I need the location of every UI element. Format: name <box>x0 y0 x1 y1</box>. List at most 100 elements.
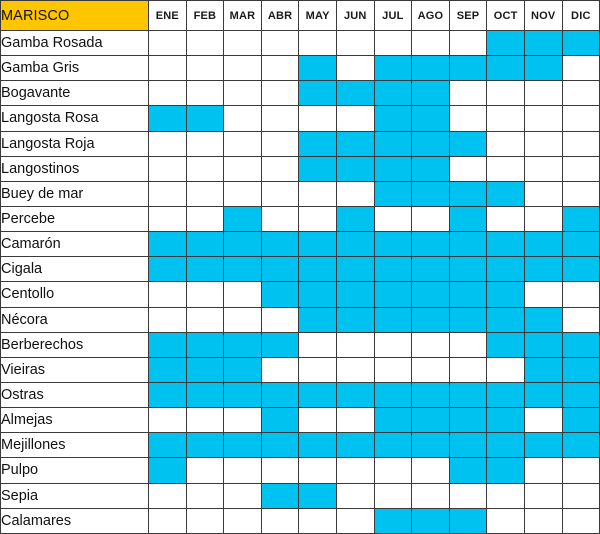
season-cell-inactive <box>561 306 600 333</box>
season-cell-inactive <box>561 180 600 207</box>
table-row: Gamba Gris <box>0 55 600 82</box>
season-cell-inactive <box>185 205 225 233</box>
season-cell-inactive <box>411 482 450 509</box>
season-cell-active <box>373 80 413 107</box>
season-cell-active <box>298 306 337 333</box>
season-cell-active <box>223 432 262 459</box>
season-cell-active <box>373 407 413 434</box>
season-cell-inactive <box>185 507 225 534</box>
season-cell-inactive <box>298 407 337 434</box>
season-cell-inactive <box>486 205 525 233</box>
season-cell-active <box>298 80 337 107</box>
season-cell-active <box>148 356 187 383</box>
season-cell-inactive <box>486 507 525 534</box>
season-cell-inactive <box>185 55 225 82</box>
season-cell-active <box>448 432 488 459</box>
season-cell-inactive <box>185 482 225 509</box>
season-cell-inactive <box>298 507 337 534</box>
season-cell-inactive <box>486 80 525 107</box>
season-cell-active <box>260 407 300 434</box>
season-cell-inactive <box>523 407 563 434</box>
season-cell-active <box>373 432 413 459</box>
species-name-cell: Almejas <box>0 407 149 434</box>
season-cell-inactive <box>486 155 525 182</box>
season-cell-inactive <box>148 130 187 157</box>
season-cell-inactive <box>561 105 600 132</box>
season-cell-inactive <box>561 55 600 82</box>
season-cell-active <box>486 407 525 434</box>
seafood-seasonality-table: MARISCO ENE FEB MAR ABR MAY JUN JUL AGO SEP OCT NO… <box>0 0 600 534</box>
season-cell-inactive <box>185 306 225 333</box>
season-cell-active <box>185 256 225 283</box>
month-header-mar: MAR <box>223 0 262 31</box>
season-cell-inactive <box>148 29 187 57</box>
header-row: MARISCO ENE FEB MAR ABR MAY JUN JUL AGO SEP OCT NO… <box>0 0 600 31</box>
species-name-cell: Sepia <box>0 482 149 509</box>
season-cell-active <box>335 381 375 409</box>
season-cell-inactive <box>260 457 300 484</box>
season-cell-inactive <box>298 29 337 57</box>
season-cell-inactive <box>335 407 375 434</box>
season-cell-active <box>411 432 450 459</box>
species-name-cell: Mejillones <box>0 432 149 459</box>
season-cell-active <box>561 331 600 358</box>
month-header-ene: ENE <box>148 0 187 31</box>
season-cell-active <box>260 256 300 283</box>
season-cell-active <box>298 482 337 509</box>
season-cell-active <box>185 331 225 358</box>
table-row: Vieiras <box>0 356 600 383</box>
season-cell-inactive <box>411 205 450 233</box>
season-cell-inactive <box>373 356 413 383</box>
season-cell-inactive <box>148 507 187 534</box>
season-cell-active <box>561 356 600 383</box>
season-cell-active <box>523 356 563 383</box>
season-cell-active <box>373 231 413 258</box>
season-cell-active <box>373 55 413 82</box>
season-cell-inactive <box>298 331 337 358</box>
season-cell-inactive <box>373 457 413 484</box>
season-cell-inactive <box>448 105 488 132</box>
season-cell-inactive <box>373 482 413 509</box>
season-cell-inactive <box>486 105 525 132</box>
season-cell-active <box>298 256 337 283</box>
season-cell-inactive <box>260 205 300 233</box>
season-cell-active <box>260 432 300 459</box>
season-cell-active <box>335 231 375 258</box>
season-cell-active <box>223 331 262 358</box>
season-cell-active <box>486 180 525 207</box>
season-cell-active <box>148 432 187 459</box>
season-cell-inactive <box>260 507 300 534</box>
season-cell-active <box>486 432 525 459</box>
season-cell-inactive <box>448 482 488 509</box>
season-cell-active <box>523 231 563 258</box>
season-cell-active <box>523 29 563 57</box>
season-cell-active <box>486 256 525 283</box>
season-cell-inactive <box>298 105 337 132</box>
season-cell-active <box>523 55 563 82</box>
season-cell-active <box>373 105 413 132</box>
table-row: Berberechos <box>0 331 600 358</box>
month-header-jun: JUN <box>335 0 375 31</box>
season-cell-inactive <box>223 105 262 132</box>
season-cell-active <box>260 281 300 308</box>
table-row: Cigala <box>0 256 600 283</box>
table-row: Nécora <box>0 306 600 333</box>
season-cell-inactive <box>298 180 337 207</box>
season-cell-active <box>561 381 600 409</box>
season-cell-inactive <box>335 457 375 484</box>
season-cell-inactive <box>260 29 300 57</box>
season-cell-inactive <box>223 80 262 107</box>
season-cell-inactive <box>148 306 187 333</box>
season-cell-active <box>223 256 262 283</box>
season-cell-inactive <box>148 205 187 233</box>
season-cell-inactive <box>561 80 600 107</box>
species-name-cell: Pulpo <box>0 457 149 484</box>
month-header-sep: SEP <box>448 0 488 31</box>
season-cell-active <box>411 407 450 434</box>
table-row: Ostras <box>0 381 600 409</box>
season-cell-inactive <box>260 180 300 207</box>
season-cell-inactive <box>411 29 450 57</box>
season-cell-active <box>448 55 488 82</box>
season-cell-inactive <box>298 457 337 484</box>
species-name-cell: Percebe <box>0 205 149 233</box>
